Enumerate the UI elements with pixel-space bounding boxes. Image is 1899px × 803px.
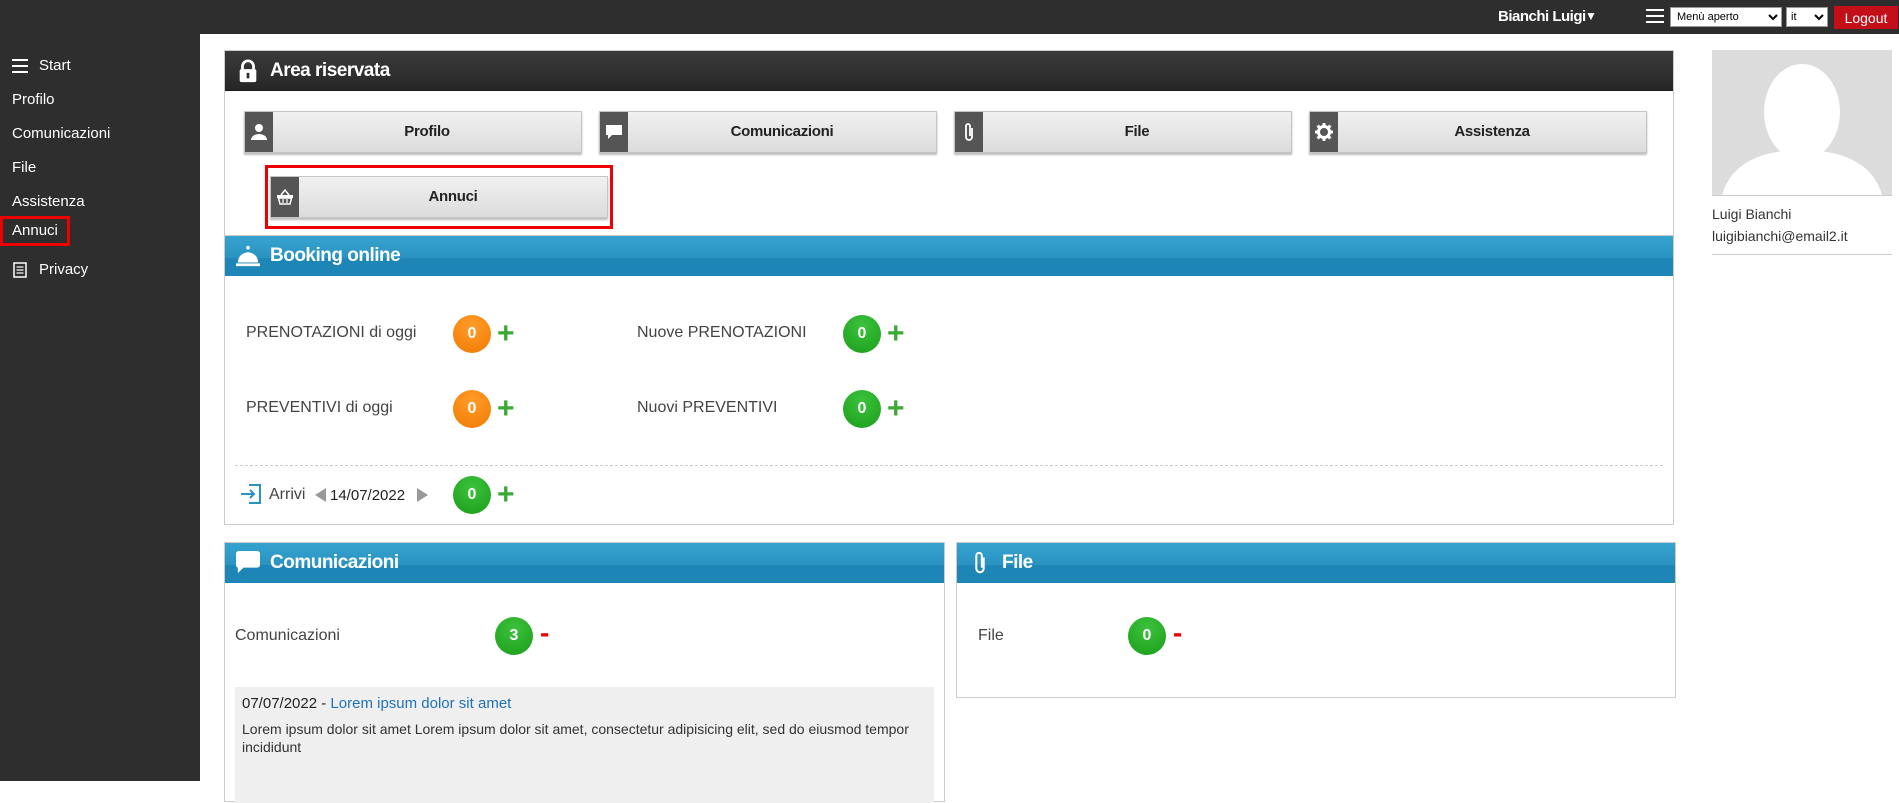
next-date-icon[interactable] xyxy=(417,488,428,502)
panel-title: Comunicazioni xyxy=(270,552,399,573)
divider xyxy=(1712,195,1892,196)
language-select[interactable]: it xyxy=(1786,7,1828,27)
news-body: Lorem ipsum dolor sit amet Lorem ipsum d… xyxy=(242,721,909,755)
area-riservata-panel: Area riservata Profilo Comunicazioni Fil… xyxy=(224,50,1674,250)
divider xyxy=(1712,254,1892,255)
sidebar-item-assistenza[interactable]: Assistenza xyxy=(12,190,85,214)
news-title-link[interactable]: Lorem ipsum dolor sit amet xyxy=(330,695,511,712)
nuovi-preventivi-label: Nuovi PREVENTIVI xyxy=(637,399,778,416)
sidebar-item-label: Start xyxy=(39,57,71,74)
sidebar-item-start[interactable]: Start xyxy=(12,54,71,78)
comunicazioni-label: Comunicazioni xyxy=(235,627,340,644)
arrivi-date: 14/07/2022 xyxy=(330,487,406,504)
lock-icon xyxy=(239,59,257,83)
tile-annuci-highlight: Annuci xyxy=(265,165,613,229)
sidebar-item-label: Annuci xyxy=(12,222,58,239)
profile-name: Luigi Bianchi xyxy=(1712,206,1792,222)
sidebar-item-label: Privacy xyxy=(39,261,89,278)
paperclip-icon xyxy=(955,112,983,152)
tile-label: Comunicazioni xyxy=(730,123,834,140)
sidebar-item-label: Assistenza xyxy=(12,193,85,210)
user-name-menu[interactable]: Bianchi Luigi xyxy=(1498,8,1586,25)
paperclip-icon xyxy=(975,551,985,574)
sidebar-item-file[interactable]: File xyxy=(12,156,36,180)
tile-label: Annuci xyxy=(428,188,478,205)
tile-annuci[interactable]: Annuci xyxy=(270,176,608,218)
news-separator: - xyxy=(317,695,331,712)
speech-bubble-icon xyxy=(235,551,260,574)
top-bar: Bianchi Luigi ▼ Menù aperto it Logout xyxy=(0,0,1899,34)
file-label: File xyxy=(978,627,1004,644)
tile-file[interactable]: File xyxy=(954,111,1292,153)
comunicazioni-panel: Comunicazioni Comunicazioni 3 - 07/07/20… xyxy=(224,542,945,803)
booking-header: Booking online xyxy=(225,236,1673,276)
previous-date-icon[interactable] xyxy=(315,488,326,502)
profile-email: luigibianchi@email2.it xyxy=(1712,228,1848,244)
minus-icon[interactable]: - xyxy=(540,619,549,647)
booking-panel: Booking online PRENOTAZIONI di oggi 0 + … xyxy=(224,235,1674,525)
hamburger-icon[interactable] xyxy=(1646,9,1664,24)
tile-label: File xyxy=(1124,123,1150,140)
document-icon xyxy=(13,262,27,278)
hamburger-icon xyxy=(12,59,28,73)
gear-icon xyxy=(1310,112,1338,152)
sidebar-item-comunicazioni[interactable]: Comunicazioni xyxy=(12,122,110,146)
avatar xyxy=(1712,50,1892,195)
comunicazioni-header: Comunicazioni xyxy=(225,543,944,583)
news-item: 07/07/2022 - Lorem ipsum dolor sit amet … xyxy=(235,687,934,803)
tile-comunicazioni[interactable]: Comunicazioni xyxy=(599,111,937,153)
file-header: File xyxy=(957,543,1675,583)
speech-bubble-icon xyxy=(600,112,628,152)
panel-title: Area riservata xyxy=(270,59,390,81)
tile-assistenza[interactable]: Assistenza xyxy=(1309,111,1647,153)
add-arrivo-icon[interactable]: + xyxy=(497,480,515,510)
add-prenotazione-icon[interactable]: + xyxy=(497,319,515,349)
nuovi-preventivi-count[interactable]: 0 xyxy=(843,390,881,428)
sidebar-item-label: Comunicazioni xyxy=(12,125,111,142)
area-riservata-header: Area riservata xyxy=(225,51,1673,91)
sidebar-item-profilo[interactable]: Profilo xyxy=(12,88,55,112)
sidebar-item-label: File xyxy=(12,159,37,176)
tile-label: Profilo xyxy=(404,123,450,140)
sidebar-item-annuci[interactable]: Annuci xyxy=(0,216,70,246)
user-icon xyxy=(245,112,273,152)
news-date: 07/07/2022 xyxy=(242,695,318,712)
avatar-silhouette-icon xyxy=(1712,50,1892,195)
add-nuova-prenotazione-icon[interactable]: + xyxy=(887,319,905,349)
preventivi-oggi-count[interactable]: 0 xyxy=(453,390,491,428)
panel-title: File xyxy=(1002,552,1033,573)
nuove-prenotazioni-label: Nuove PRENOTAZIONI xyxy=(637,324,807,341)
logout-button[interactable]: Logout xyxy=(1834,6,1898,29)
divider xyxy=(235,465,1663,466)
prenotazioni-oggi-count[interactable]: 0 xyxy=(453,315,491,353)
service-bell-icon xyxy=(236,245,260,267)
sidebar: Start Profilo Comunicazioni File Assiste… xyxy=(0,34,200,781)
add-preventivo-icon[interactable]: + xyxy=(497,394,515,424)
file-panel: File File 0 - xyxy=(956,542,1676,698)
news-header: 07/07/2022 - Lorem ipsum dolor sit amet xyxy=(242,695,927,712)
minus-icon[interactable]: - xyxy=(1173,619,1182,647)
panel-title: Booking online xyxy=(270,245,401,266)
preventivi-oggi-label: PREVENTIVI di oggi xyxy=(246,399,393,416)
add-nuovo-preventivo-icon[interactable]: + xyxy=(887,394,905,424)
menu-mode-select[interactable]: Menù aperto xyxy=(1670,7,1782,27)
file-count[interactable]: 0 xyxy=(1128,617,1166,655)
comunicazioni-count[interactable]: 3 xyxy=(495,617,533,655)
nuove-prenotazioni-count[interactable]: 0 xyxy=(843,315,881,353)
tile-profilo[interactable]: Profilo xyxy=(244,111,582,153)
sidebar-item-privacy[interactable]: Privacy xyxy=(12,258,88,282)
arrivi-label: Arrivi xyxy=(269,486,306,503)
main-content: Area riservata Profilo Comunicazioni Fil… xyxy=(200,34,1899,803)
login-arrow-icon xyxy=(241,484,261,504)
prenotazioni-oggi-label: PRENOTAZIONI di oggi xyxy=(246,324,417,341)
arrivi-count[interactable]: 0 xyxy=(453,476,491,514)
basket-icon xyxy=(271,177,299,217)
sidebar-item-label: Profilo xyxy=(12,91,55,108)
caret-down-icon[interactable]: ▼ xyxy=(1585,9,1597,23)
tile-label: Assistenza xyxy=(1454,123,1530,140)
